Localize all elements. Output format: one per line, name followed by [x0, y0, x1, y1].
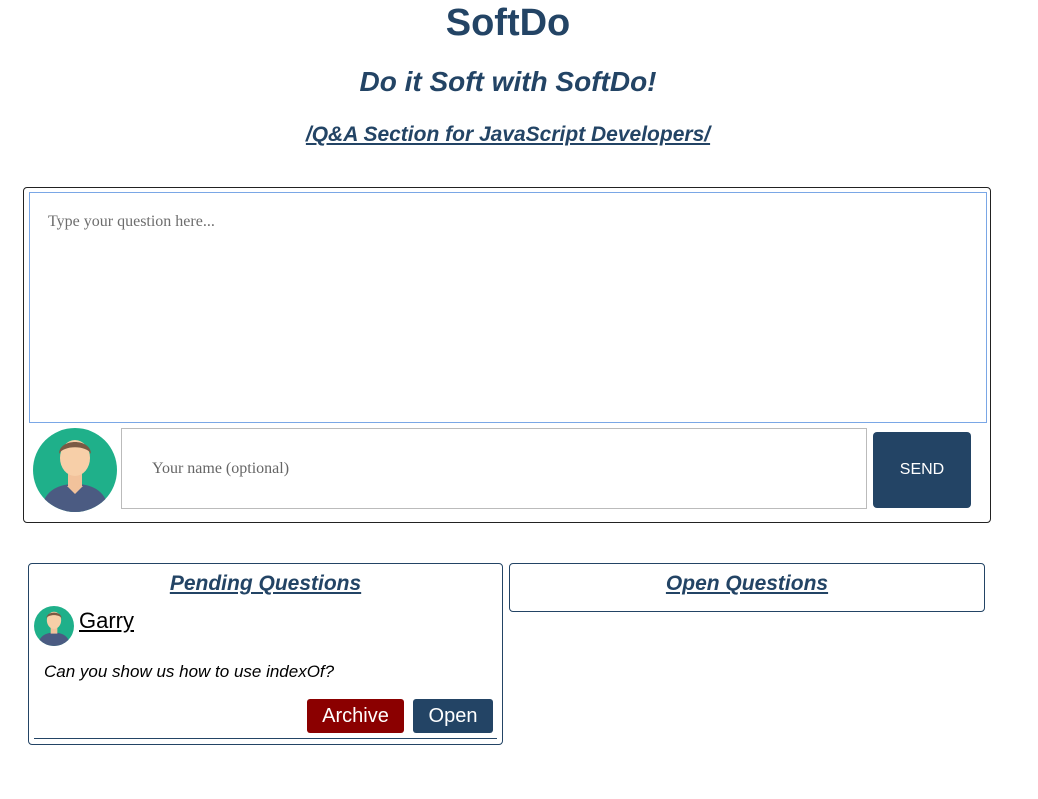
ask-question-form: SEND [23, 187, 991, 523]
page-title: SoftDo [445, 2, 571, 44]
name-input[interactable] [121, 428, 867, 509]
section-link[interactable]: /Q&A Section for JavaScript Developers/ [0, 123, 1016, 147]
pending-questions-title[interactable]: Pending Questions [29, 572, 502, 596]
open-button[interactable]: Open [413, 699, 493, 733]
card-divider [34, 738, 497, 739]
page-tagline: Do it Soft with SoftDo! [359, 66, 657, 97]
asker-name[interactable]: Garry [79, 608, 134, 634]
open-questions-title[interactable]: Open Questions [510, 572, 984, 596]
archive-button[interactable]: Archive [307, 699, 404, 733]
send-button[interactable]: SEND [873, 432, 971, 508]
question-textarea[interactable] [29, 192, 987, 423]
question-text: Can you show us how to use indexOf? [44, 662, 335, 681]
user-avatar-icon [33, 428, 117, 512]
open-questions-panel: Open Questions [509, 563, 985, 612]
asker-avatar-icon [34, 606, 74, 646]
pending-questions-panel: Pending Questions Garry Can you show us … [28, 563, 503, 745]
